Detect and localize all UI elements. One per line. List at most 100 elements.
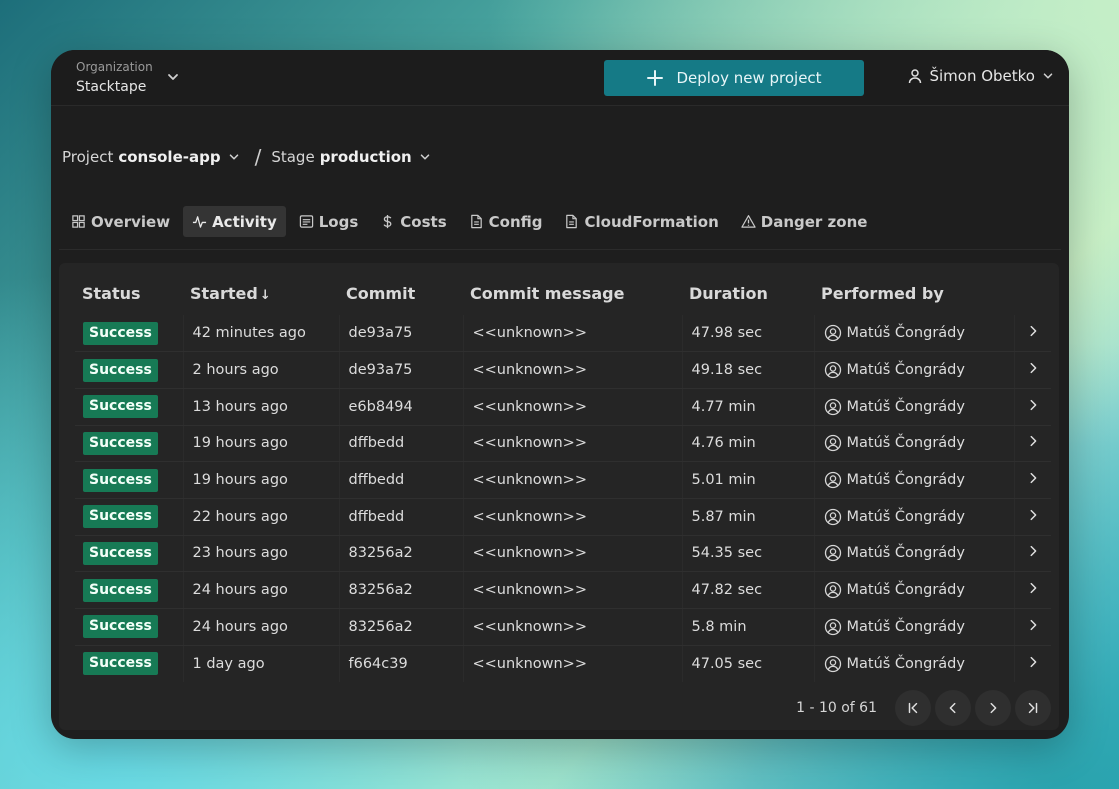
table-row[interactable]: Success 1 day ago f664c39 <<unknown>> 47.05 … <box>75 645 1051 682</box>
user-menu[interactable]: Šimon Obetko <box>907 67 1055 85</box>
table-row[interactable]: Success 24 hours ago 83256a2 <<unknown>> 47.… <box>75 571 1051 609</box>
row-open-cell[interactable] <box>1014 645 1051 682</box>
tab-activity[interactable]: Activity <box>183 206 286 237</box>
organization-label: Organization <box>76 60 153 74</box>
commit-cell: 83256a2 <box>339 571 464 609</box>
performed-by-name: Matúš Čongrády <box>846 618 965 635</box>
commit-cell: dffbedd <box>339 425 464 463</box>
header-started[interactable]: Started ↓ <box>183 271 339 315</box>
duration-cell: 49.18 sec <box>682 351 815 389</box>
duration-cell: 47.05 sec <box>682 645 815 682</box>
chevron-right-icon[interactable] <box>1026 655 1040 669</box>
project-name[interactable]: console-app <box>118 148 220 166</box>
tab-logs[interactable]: Logs <box>290 206 368 237</box>
chevron-right-icon[interactable] <box>1026 361 1040 375</box>
performed-by-name: Matúš Čongrády <box>846 545 965 562</box>
row-open-cell[interactable] <box>1014 315 1051 353</box>
status-cell: Success <box>75 351 184 389</box>
header-actions <box>1014 271 1051 315</box>
deploy-new-project-button[interactable]: Deploy new project <box>604 60 864 96</box>
performed-by-cell: Matúš Čongrády <box>814 315 1015 353</box>
commit-message-cell: <<unknown>> <box>463 461 683 499</box>
organization-selector[interactable]: Organization Stacktape <box>76 59 153 97</box>
chevron-down-icon[interactable] <box>165 69 181 85</box>
header-commit-message: Commit message <box>470 283 625 303</box>
status-badge: Success <box>83 578 158 602</box>
header-performed-by: Performed by <box>821 283 944 303</box>
chevron-down-icon[interactable] <box>418 150 432 164</box>
status-cell: Success <box>75 645 184 682</box>
tab-label: Logs <box>318 212 359 231</box>
status-badge: Success <box>83 541 158 565</box>
row-open-cell[interactable] <box>1014 351 1051 389</box>
status-badge: Success <box>83 431 158 455</box>
table-row[interactable]: Success 24 hours ago 83256a2 <<unknown>> 5.8… <box>75 608 1051 646</box>
row-open-cell[interactable] <box>1014 571 1051 609</box>
table-row[interactable]: Success 2 hours ago de93a75 <<unknown>> 49.1… <box>75 351 1051 389</box>
commit-message-cell: <<unknown>> <box>463 315 683 353</box>
status-cell: Success <box>75 571 184 609</box>
tab-label: CloudFormation <box>584 212 719 231</box>
table-row[interactable]: Success 19 hours ago dffbedd <<unknown>> 4.7… <box>75 425 1051 463</box>
pagination-info: 1 - 10 of 61 <box>796 700 877 716</box>
stage-label: Stage <box>271 148 315 166</box>
chevron-right-icon[interactable] <box>1026 434 1040 448</box>
chevron-down-icon[interactable] <box>227 150 241 164</box>
chevron-right-icon[interactable] <box>1026 508 1040 522</box>
user-circle-icon <box>824 545 841 562</box>
commit-cell: e6b8494 <box>339 388 464 426</box>
table-row[interactable]: Success 19 hours ago dffbedd <<unknown>> 5.0… <box>75 461 1051 499</box>
status-cell: Success <box>75 425 184 463</box>
tab-label: Danger zone <box>760 212 868 231</box>
status-badge: Success <box>83 468 158 492</box>
row-open-cell[interactable] <box>1014 608 1051 646</box>
commit-cell: 83256a2 <box>339 608 464 646</box>
table-row[interactable]: Success 13 hours ago e6b8494 <<unknown>> 4.7… <box>75 388 1051 426</box>
chevron-right-icon[interactable] <box>1026 581 1040 595</box>
user-name: Šimon Obetko <box>929 67 1035 85</box>
user-circle-icon <box>824 508 841 525</box>
row-open-cell[interactable] <box>1014 461 1051 499</box>
table-row[interactable]: Success 22 hours ago dffbedd <<unknown>> 5.8… <box>75 498 1051 536</box>
row-open-cell[interactable] <box>1014 425 1051 463</box>
started-cell: 42 minutes ago <box>183 315 340 353</box>
status-badge: Success <box>83 321 158 345</box>
row-open-cell[interactable] <box>1014 535 1051 573</box>
chevron-right-icon[interactable] <box>1026 618 1040 632</box>
status-cell: Success <box>75 498 184 536</box>
sort-arrow-icon: ↓ <box>259 287 271 303</box>
tab-cloudformation[interactable]: CloudFormation <box>555 206 727 237</box>
commit-message-cell: <<unknown>> <box>463 535 683 573</box>
stage-name[interactable]: production <box>320 148 412 166</box>
commit-cell: f664c39 <box>339 645 464 682</box>
started-cell: 1 day ago <box>183 645 340 682</box>
row-open-cell[interactable] <box>1014 388 1051 426</box>
chevron-right-icon[interactable] <box>1026 324 1040 338</box>
table-row[interactable]: Success 42 minutes ago de93a75 <<unknown>> 4… <box>75 315 1051 353</box>
project-label: Project <box>62 148 114 166</box>
table-row[interactable]: Success 23 hours ago 83256a2 <<unknown>> 54.… <box>75 535 1051 573</box>
last-page-button[interactable] <box>1015 690 1051 726</box>
prev-page-button[interactable] <box>935 690 971 726</box>
tab-costs[interactable]: Costs <box>371 206 455 237</box>
status-cell: Success <box>75 608 184 646</box>
tab-danger-zone[interactable]: Danger zone <box>732 206 877 237</box>
started-cell: 23 hours ago <box>183 535 340 573</box>
tab-overview[interactable]: Overview <box>62 206 179 237</box>
row-open-cell[interactable] <box>1014 498 1051 536</box>
commit-message-cell: <<unknown>> <box>463 388 683 426</box>
next-page-button[interactable] <box>975 690 1011 726</box>
started-cell: 13 hours ago <box>183 388 340 426</box>
user-circle-icon <box>824 361 841 379</box>
chevron-right-icon[interactable] <box>1026 398 1040 412</box>
deploy-button-label: Deploy new project <box>676 69 822 87</box>
chevron-right-icon[interactable] <box>1026 471 1040 485</box>
tab-config[interactable]: Config <box>460 206 552 237</box>
last-page-icon <box>1028 702 1038 714</box>
first-page-button[interactable] <box>895 690 931 726</box>
pagination: 1 - 10 of 61 <box>796 690 1051 726</box>
chevron-right-icon[interactable] <box>1026 544 1040 558</box>
performed-by-name: Matúš Čongrády <box>846 508 965 525</box>
tabs-divider <box>59 249 1061 250</box>
status-badge: Success <box>83 615 158 639</box>
